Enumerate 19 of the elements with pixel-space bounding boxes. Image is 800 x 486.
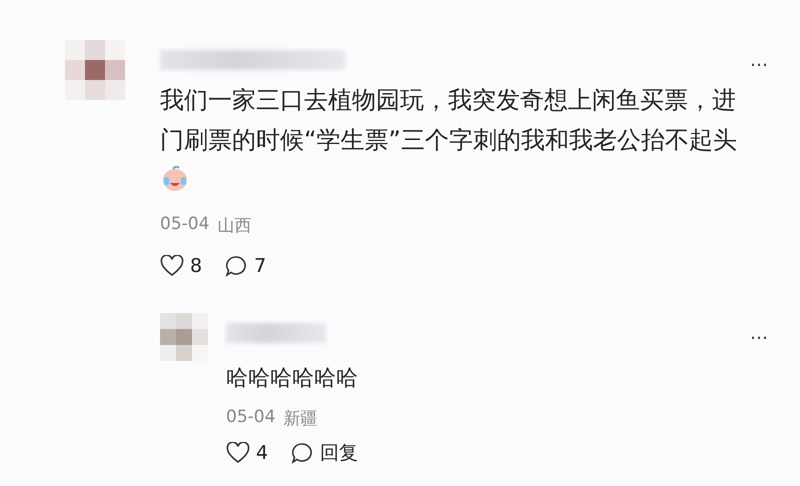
avatar-icon — [65, 40, 125, 100]
comment-text: 我们一家三口去植物园玩，我突发奇想上闲鱼买票，进门刷票的时候“学生票”三个字刺的我和我老公抬不起头 — [160, 85, 738, 156]
heart-icon[interactable] — [226, 442, 250, 464]
reply-date: 05-04 — [226, 407, 276, 429]
reply-location: 新疆 — [283, 408, 318, 430]
like-count: 8 — [190, 255, 202, 277]
like-count: 4 — [256, 442, 268, 464]
comment-icon[interactable] — [290, 442, 314, 464]
avatar-icon — [160, 313, 208, 361]
heart-icon[interactable] — [160, 255, 184, 277]
comment-date: 05-04 — [160, 214, 210, 236]
emoji-icon — [160, 164, 190, 192]
comment-count: 7 — [254, 255, 266, 277]
more-button[interactable]: … — [750, 322, 770, 344]
more-button[interactable]: … — [750, 50, 770, 70]
comment-location: 山西 — [217, 215, 252, 237]
reply-text: 哈哈哈哈哈哈 — [226, 365, 359, 393]
reply-link[interactable]: 回复 — [320, 440, 358, 466]
comment-icon[interactable] — [224, 255, 248, 277]
